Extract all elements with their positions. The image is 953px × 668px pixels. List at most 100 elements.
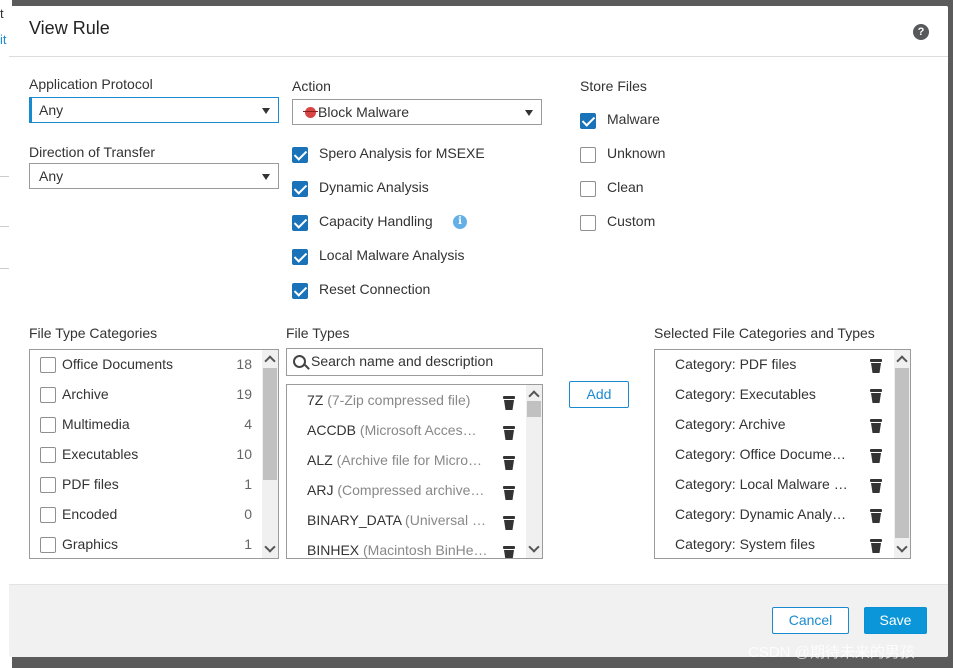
category-row-encoded[interactable]: Encoded 0 [30, 500, 262, 530]
category-checkbox[interactable] [40, 357, 56, 373]
file-types-scrollbar[interactable] [526, 385, 542, 558]
scroll-thumb[interactable] [263, 368, 277, 480]
file-type-row[interactable]: 7Z (7-Zip compressed file) [287, 387, 526, 417]
category-checkbox[interactable] [40, 477, 56, 493]
dynamic-analysis-checkbox[interactable] [292, 181, 308, 197]
file-type-row[interactable]: BINHEX (Macintosh BinHe… [287, 537, 526, 558]
scroll-up-icon[interactable] [896, 355, 908, 367]
selected-item: Category: Dynamic Analy… [655, 500, 894, 530]
help-icon[interactable]: ? [913, 24, 929, 40]
category-label: Office Documents [62, 356, 174, 372]
capacity-handling-label: Capacity Handling [319, 213, 433, 229]
file-type-code: ARJ [307, 482, 334, 498]
view-rule-dialog: View Rule ? Application Protocol Any Dir… [9, 6, 948, 657]
file-type-row[interactable]: ALZ (Archive file for Micro… [287, 447, 526, 477]
category-label: Graphics [62, 536, 119, 552]
selected-item-label: Category: Executables [675, 386, 816, 402]
trash-icon[interactable] [503, 486, 515, 500]
category-row-graphics[interactable]: Graphics 1 [30, 530, 262, 558]
search-icon [293, 355, 306, 368]
trash-icon[interactable] [503, 396, 515, 410]
trash-icon[interactable] [870, 509, 882, 523]
scroll-down-icon[interactable] [264, 541, 276, 553]
category-count: 18 [236, 356, 252, 372]
selected-scrollbar[interactable] [894, 350, 910, 558]
file-type-code: 7Z [307, 392, 324, 408]
file-type-description: (Compressed archive… [337, 482, 485, 498]
local-malware-analysis-checkbox[interactable] [292, 249, 308, 265]
trash-icon[interactable] [503, 456, 515, 470]
selected-item-label: Category: PDF files [675, 356, 797, 372]
file-type-row[interactable]: BINARY_DATA (Universal … [287, 507, 526, 537]
category-label: PDF files [62, 476, 119, 492]
direction-select[interactable]: Any [29, 163, 279, 189]
store-malware-label: Malware [607, 111, 660, 127]
malware-bug-icon [303, 107, 318, 118]
trash-icon[interactable] [870, 419, 882, 433]
save-button[interactable]: Save [864, 607, 927, 634]
categories-scrollbar[interactable] [262, 350, 278, 558]
scroll-thumb[interactable] [527, 401, 541, 417]
category-label: Encoded [62, 506, 118, 522]
file-type-code: ACCDB [307, 422, 357, 438]
file-types-search[interactable] [286, 348, 543, 376]
file-types-search-input[interactable] [311, 353, 536, 369]
selected-item: Category: Office Docume… [655, 440, 894, 470]
category-count: 10 [236, 446, 252, 462]
trash-icon[interactable] [503, 516, 515, 530]
category-checkbox[interactable] [40, 507, 56, 523]
file-type-row[interactable]: ARJ (Compressed archive… [287, 477, 526, 507]
scroll-thumb[interactable] [895, 368, 909, 538]
scroll-down-icon[interactable] [528, 541, 540, 553]
reset-connection-checkbox[interactable] [292, 283, 308, 299]
background-text: t [0, 6, 4, 21]
trash-icon[interactable] [870, 539, 882, 553]
selected-item: Category: Executables [655, 380, 894, 410]
file-type-code: ALZ [307, 452, 333, 468]
category-row-office-documents[interactable]: Office Documents 18 [30, 350, 262, 380]
trash-icon[interactable] [870, 359, 882, 373]
info-icon[interactable]: i [453, 215, 467, 229]
store-malware-checkbox[interactable] [580, 113, 596, 129]
trash-icon[interactable] [870, 449, 882, 463]
scroll-down-icon[interactable] [896, 541, 908, 553]
chevron-down-icon [262, 174, 270, 180]
capacity-handling-checkbox[interactable] [292, 215, 308, 231]
selected-item-label: Category: Local Malware … [675, 476, 848, 492]
direction-value: Any [39, 168, 64, 184]
store-unknown-checkbox[interactable] [580, 147, 596, 163]
spero-analysis-checkbox[interactable] [292, 147, 308, 163]
file-type-row[interactable]: ACCDB (Microsoft Acces… [287, 417, 526, 447]
store-clean-checkbox[interactable] [580, 181, 596, 197]
selected-item-label: Category: System files [675, 536, 816, 552]
trash-icon[interactable] [870, 479, 882, 493]
trash-icon[interactable] [870, 389, 882, 403]
store-custom-checkbox[interactable] [580, 215, 596, 231]
action-value: Block Malware [318, 104, 410, 120]
spero-analysis-label: Spero Analysis for MSEXE [319, 145, 485, 161]
background-link[interactable]: it [0, 32, 7, 47]
store-unknown-label: Unknown [607, 145, 666, 161]
category-count: 4 [244, 416, 252, 432]
category-row-multimedia[interactable]: Multimedia 4 [30, 410, 262, 440]
local-malware-analysis-label: Local Malware Analysis [319, 247, 465, 263]
category-checkbox[interactable] [40, 447, 56, 463]
category-checkbox[interactable] [40, 417, 56, 433]
cancel-button[interactable]: Cancel [772, 607, 849, 634]
trash-icon[interactable] [503, 426, 515, 440]
add-button[interactable]: Add [569, 381, 629, 408]
application-protocol-select[interactable]: Any [29, 97, 279, 123]
trash-icon[interactable] [503, 546, 515, 558]
scroll-up-icon[interactable] [528, 390, 540, 402]
category-count: 1 [244, 476, 252, 492]
dialog-header: View Rule ? [9, 6, 948, 57]
category-row-pdf-files[interactable]: PDF files 1 [30, 470, 262, 500]
action-select[interactable]: Block Malware [292, 99, 542, 125]
category-row-executables[interactable]: Executables 10 [30, 440, 262, 470]
category-row-archive[interactable]: Archive 19 [30, 380, 262, 410]
scroll-up-icon[interactable] [264, 355, 276, 367]
store-files-label: Store Files [580, 78, 647, 94]
watermark: CSDN @期待未来的男孩 [748, 644, 915, 661]
category-checkbox[interactable] [40, 537, 56, 553]
category-checkbox[interactable] [40, 387, 56, 403]
